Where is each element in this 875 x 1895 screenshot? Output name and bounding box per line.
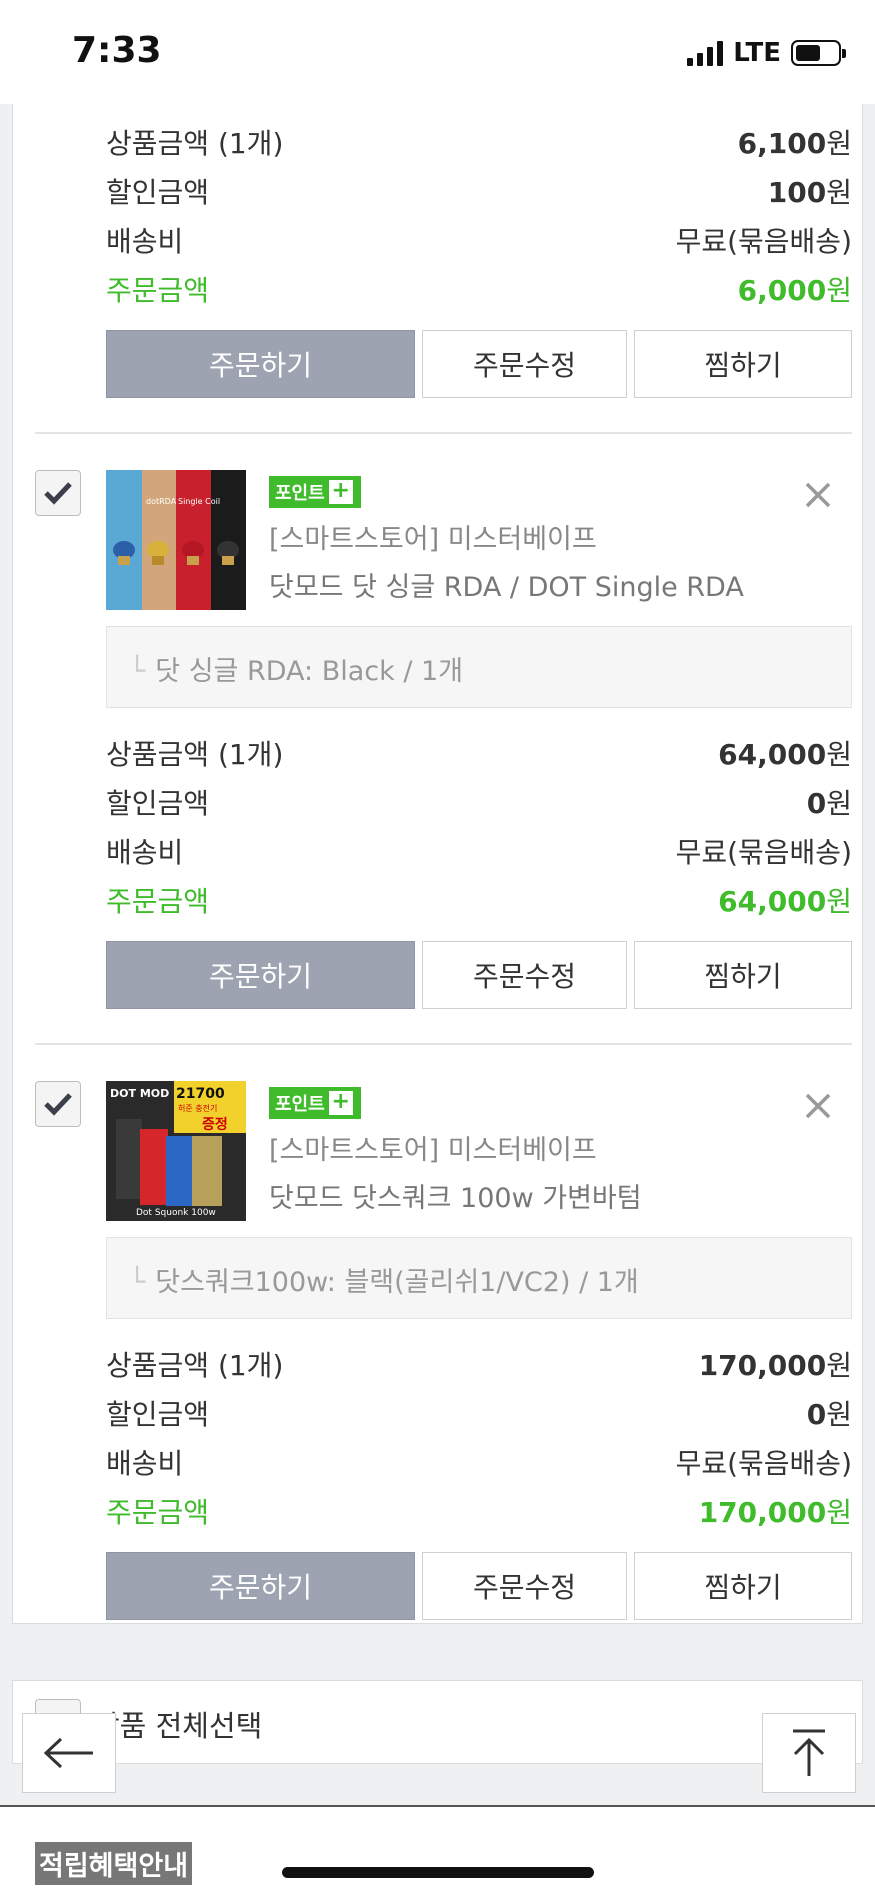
- discount-label: 할인금액: [106, 176, 210, 209]
- discount-row: 할인금액 100원: [106, 167, 852, 209]
- close-icon[interactable]: [801, 478, 835, 512]
- shipping-row: 배송비 무료(묶음배송): [106, 836, 852, 869]
- item-actions: 주문하기 주문수정 찜하기: [106, 941, 852, 1009]
- check-icon: [44, 482, 72, 505]
- home-indicator: [282, 1867, 594, 1878]
- order-amount-label: 주문금액: [106, 274, 210, 307]
- shipping-row: 배송비 무료(묶음배송): [106, 1447, 852, 1480]
- item-checkbox[interactable]: [35, 470, 81, 516]
- thumb-label: 21700: [176, 1086, 225, 1102]
- product-amount-label: 상품금액 (1개): [106, 127, 284, 160]
- product-name[interactable]: 닷모드 닷 싱글 RDA / DOT Single RDA: [269, 565, 744, 604]
- thumb-label: Dot Squonk 100w: [136, 1208, 216, 1218]
- select-all-bar[interactable]: 상품 전체선택: [12, 1680, 863, 1764]
- product-thumbnail[interactable]: DOT MOD 21700 허준 충전기 증정 Dot Squonk 100w: [106, 1081, 246, 1221]
- point-guide-link[interactable]: 적립혜택안내: [35, 1842, 193, 1885]
- battery-icon: [791, 40, 846, 66]
- status-bar: 7:33 LTE: [0, 0, 875, 104]
- product-amount-row: 상품금액 (1개) 64,000원: [106, 738, 852, 771]
- product-amount-value: 6,100원: [737, 127, 852, 160]
- store-name: [스마트스토어] 미스터베이프: [269, 1135, 597, 1166]
- edit-order-button[interactable]: 주문수정: [422, 1552, 627, 1620]
- order-amount-value: 6,000원: [737, 274, 852, 307]
- edit-order-button[interactable]: 주문수정: [422, 330, 627, 398]
- point-badge: 포인트 +: [269, 1087, 361, 1119]
- discount-row: 할인금액 0원: [106, 787, 852, 820]
- wishlist-button[interactable]: 찜하기: [634, 1552, 852, 1620]
- item-checkbox[interactable]: [35, 1081, 81, 1127]
- point-badge: 포인트 +: [269, 476, 361, 508]
- product-name[interactable]: 닷모드 닷스쿼크 100w 가변바텀: [269, 1176, 642, 1215]
- order-button[interactable]: 주문하기: [106, 1552, 415, 1620]
- thumb-label: dotRDA: [146, 497, 177, 506]
- order-amount-row: 주문금액 170,000원: [106, 1496, 852, 1529]
- thumb-label: Single Coil: [178, 497, 220, 506]
- thumb-label: 허준 충전기: [178, 1103, 217, 1113]
- order-button[interactable]: 주문하기: [106, 330, 415, 398]
- order-amount-row: 주문금액 64,000원: [106, 885, 852, 918]
- product-option: └ 닷 싱글 RDA: Black / 1개: [106, 626, 852, 708]
- divider: [35, 432, 852, 434]
- cart-list: 상품금액 (1개) 6,100원 할인금액 100원 배송비 무료(묶음배송) …: [12, 104, 863, 1624]
- back-button[interactable]: [22, 1713, 116, 1793]
- edit-order-button[interactable]: 주문수정: [422, 941, 627, 1009]
- shipping-row: 배송비 무료(묶음배송): [106, 216, 852, 258]
- back-arrow-icon: [43, 1737, 93, 1769]
- scroll-top-icon: [793, 1729, 825, 1776]
- discount-value: 100원: [767, 176, 852, 209]
- wishlist-button[interactable]: 찜하기: [634, 941, 852, 1009]
- select-all-label: 상품 전체선택: [93, 1709, 263, 1743]
- order-button[interactable]: 주문하기: [106, 941, 415, 1009]
- item-actions: 주문하기 주문수정 찜하기: [106, 330, 852, 398]
- bottom-bar: 적립혜택안내: [0, 1805, 875, 1895]
- store-name: [스마트스토어] 미스터베이프: [269, 524, 597, 555]
- divider: [35, 1043, 852, 1045]
- thumb-label: 증정: [202, 1116, 228, 1133]
- status-time: 7:33: [72, 30, 162, 71]
- wishlist-button[interactable]: 찜하기: [634, 330, 852, 398]
- status-indicators: LTE: [687, 38, 846, 68]
- close-icon[interactable]: [801, 1089, 835, 1123]
- signal-icon: [687, 40, 724, 66]
- product-thumbnail[interactable]: dotRDA Single Coil: [106, 470, 246, 610]
- shipping-value: 무료(묶음배송): [675, 225, 852, 258]
- item-actions: 주문하기 주문수정 찜하기: [106, 1552, 852, 1620]
- check-icon: [44, 1093, 72, 1116]
- product-amount-row: 상품금액 (1개) 6,100원: [106, 118, 852, 160]
- network-label: LTE: [733, 38, 781, 68]
- order-amount-row: 주문금액 6,000원: [106, 265, 852, 307]
- thumb-label: DOT MOD: [110, 1087, 169, 1100]
- discount-row: 할인금액 0원: [106, 1398, 852, 1431]
- product-amount-row: 상품금액 (1개) 170,000원: [106, 1349, 852, 1382]
- product-option: └ 닷스쿼크100w: 블랙(골리쉬1/VC2) / 1개: [106, 1237, 852, 1319]
- shipping-label: 배송비: [106, 225, 184, 258]
- scroll-top-button[interactable]: [762, 1713, 856, 1793]
